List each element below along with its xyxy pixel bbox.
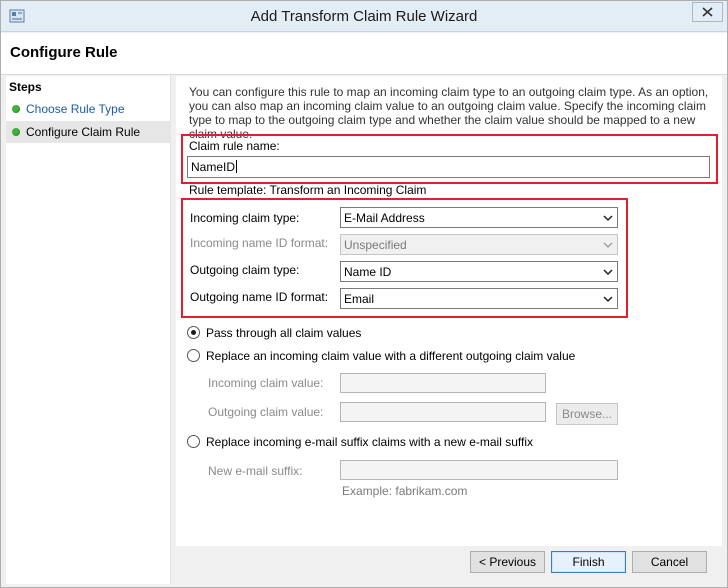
step-label[interactable]: Choose Rule Type (26, 102, 125, 116)
steps-pane: Steps Choose Rule Type Configure Claim R… (6, 76, 171, 584)
outgoing-name-id-format-select[interactable]: Email (340, 288, 618, 309)
incoming-claim-type-select[interactable]: E-Mail Address (340, 207, 618, 228)
chevron-down-icon (603, 296, 613, 303)
incoming-claim-value-input (340, 373, 546, 393)
finish-button[interactable]: Finish (551, 551, 626, 573)
text-caret (236, 160, 238, 173)
replace-value-radio[interactable] (187, 349, 200, 362)
chevron-down-icon (603, 269, 613, 276)
incoming-claim-value-label: Incoming claim value: (208, 376, 324, 390)
pass-through-label[interactable]: Pass through all claim values (206, 326, 361, 340)
step-status-dot-icon (12, 105, 20, 113)
page-title: Configure Rule (10, 44, 118, 61)
close-icon[interactable] (692, 2, 723, 22)
incoming-name-id-format-label: Incoming name ID format: (190, 236, 329, 250)
wizard-header: Configure Rule (1, 33, 727, 75)
outgoing-claim-type-value: Name ID (344, 265, 392, 279)
incoming-name-id-format-select: Unspecified (340, 234, 618, 255)
outgoing-claim-type-label: Outgoing claim type: (190, 263, 300, 277)
incoming-claim-type-value: E-Mail Address (344, 211, 425, 225)
previous-button[interactable]: < Previous (470, 551, 545, 573)
outgoing-claim-value-label: Outgoing claim value: (208, 405, 324, 419)
outgoing-name-id-format-label: Outgoing name ID format: (190, 290, 329, 304)
pass-through-radio[interactable] (187, 326, 200, 339)
step-choose-rule-type[interactable]: Choose Rule Type (6, 98, 171, 120)
incoming-claim-type-label: Incoming claim type: (190, 211, 300, 225)
step-configure-claim-rule: Configure Claim Rule (6, 121, 171, 143)
rule-template-text: Rule template: Transform an Incoming Cla… (189, 183, 427, 197)
example-text: Example: fabrikam.com (342, 484, 468, 498)
chevron-down-icon (603, 242, 613, 249)
wizard-window: Add Transform Claim Rule Wizard Configur… (0, 0, 728, 588)
replace-suffix-radio[interactable] (187, 435, 200, 448)
new-suffix-input (340, 460, 618, 480)
outgoing-name-id-format-value: Email (344, 292, 375, 306)
step-status-dot-icon (12, 128, 20, 136)
claim-rule-name-input[interactable]: NameID (187, 156, 710, 178)
window-title: Add Transform Claim Rule Wizard (250, 8, 478, 25)
claim-rule-name-label: Claim rule name: (189, 139, 280, 153)
step-label: Configure Claim Rule (26, 125, 141, 139)
outgoing-claim-type-select[interactable]: Name ID (340, 261, 618, 282)
rule-description: You can configure this rule to map an in… (189, 85, 709, 141)
title-bar: Add Transform Claim Rule Wizard (1, 1, 727, 32)
replace-suffix-label[interactable]: Replace incoming e-mail suffix claims wi… (206, 435, 533, 449)
replace-value-label[interactable]: Replace an incoming claim value with a d… (206, 349, 575, 363)
chevron-down-icon (603, 215, 613, 222)
outgoing-claim-value-input (340, 402, 546, 422)
browse-button: Browse... (556, 403, 618, 425)
steps-title: Steps (9, 80, 42, 94)
incoming-name-id-format-value: Unspecified (344, 238, 407, 252)
new-suffix-label: New e-mail suffix: (208, 464, 303, 478)
cancel-button[interactable]: Cancel (632, 551, 707, 573)
claim-rule-name-value: NameID (191, 160, 236, 174)
